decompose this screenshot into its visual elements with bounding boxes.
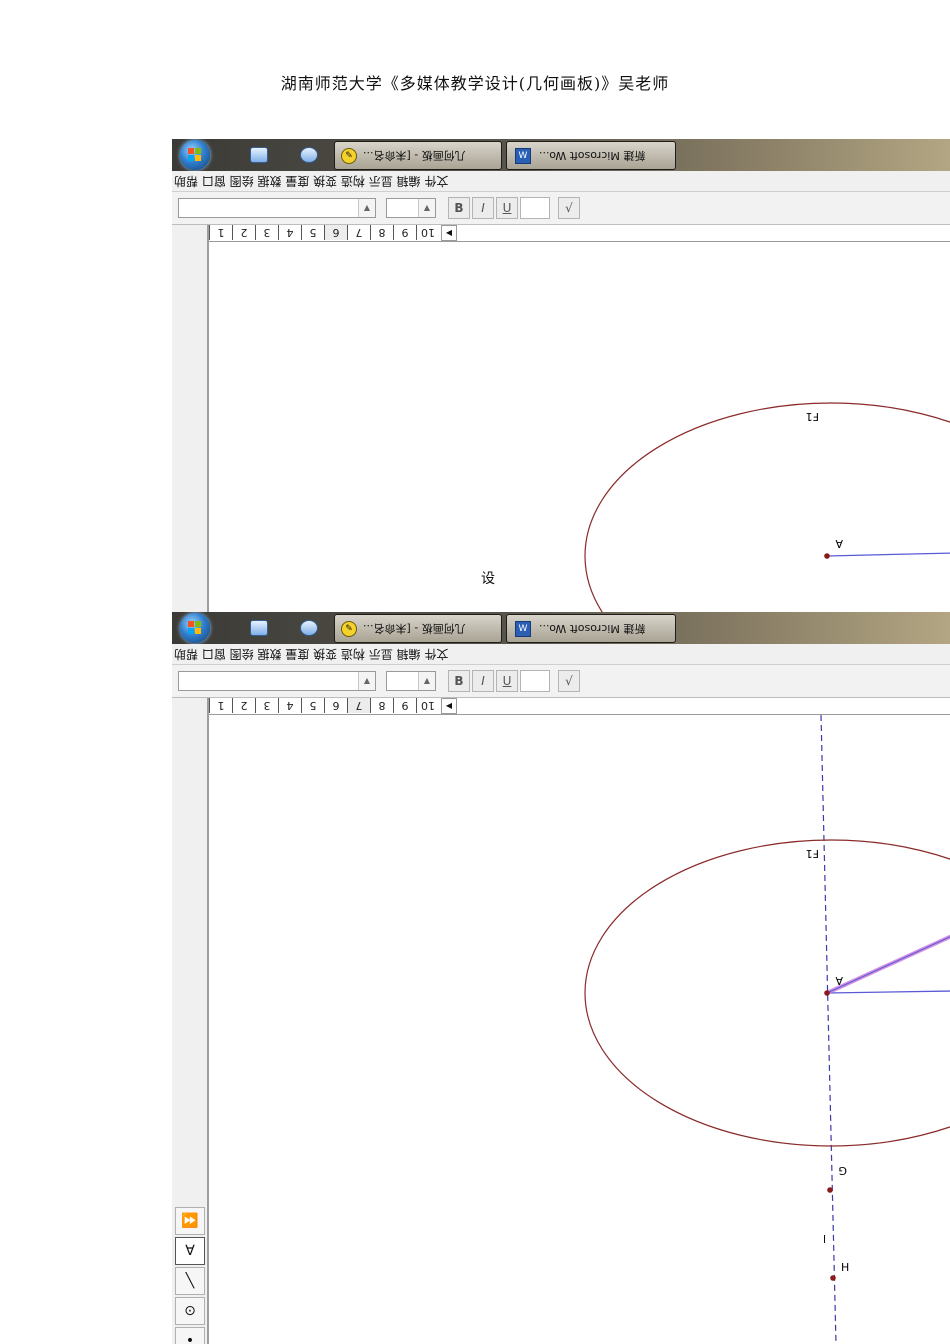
- chevron-down-icon: ▲: [418, 672, 435, 690]
- screenshot-2: ✎ 几何画板 - [未命名... W 新建 Microsoft Wo... 文件…: [172, 612, 950, 1344]
- compass-tool-icon[interactable]: ⊙: [175, 1297, 205, 1325]
- ellipse-curve: [584, 839, 950, 1147]
- quicklaunch-ie-icon[interactable]: [300, 620, 318, 636]
- tab-page-2[interactable]: 2: [232, 225, 255, 240]
- math-format-button[interactable]: √: [558, 670, 580, 692]
- tab-page-6[interactable]: 6: [324, 225, 347, 240]
- tab-page-4[interactable]: 4: [278, 225, 301, 240]
- tabs-scroll-left-icon[interactable]: ◀: [441, 698, 457, 714]
- task-button-word[interactable]: W 新建 Microsoft Wo...: [506, 141, 676, 170]
- page-tabs: 1 2 3 4 5 6 7 8 9 10 ◀: [209, 225, 950, 242]
- label-line-l: l: [823, 1233, 826, 1246]
- point-a: [824, 553, 830, 559]
- point-g: [827, 1187, 833, 1193]
- screenshot-1: ✎ 几何画板 - [未命名... W 新建 Microsoft Wo... 文件…: [172, 139, 950, 612]
- math-format-button[interactable]: √: [558, 197, 580, 219]
- quicklaunch-ie-icon[interactable]: [300, 147, 318, 163]
- start-button[interactable]: [180, 613, 210, 643]
- start-button[interactable]: [180, 140, 210, 170]
- tab-page-7[interactable]: 7: [347, 698, 370, 713]
- tab-page-8[interactable]: 8: [370, 225, 393, 240]
- sketchpad-app-icon: ✎: [341, 148, 357, 164]
- dashed-line-l: [820, 715, 837, 1344]
- tab-page-9[interactable]: 9: [393, 225, 416, 240]
- segment-a: [826, 990, 950, 994]
- point-tool-icon[interactable]: •: [175, 1327, 205, 1344]
- text-toolbar: ▲ ▲ B I U √: [172, 192, 950, 225]
- chevron-down-icon: ▲: [358, 199, 375, 217]
- segment-a: [826, 552, 950, 557]
- tab-page-10[interactable]: 10: [416, 698, 439, 713]
- task-button-sketchpad[interactable]: ✎ 几何画板 - [未命名...: [334, 141, 502, 170]
- tab-page-4[interactable]: 4: [278, 698, 301, 713]
- animate-arrow-icon[interactable]: ⏩: [175, 1207, 205, 1235]
- tab-page-1[interactable]: 1: [209, 698, 232, 713]
- quicklaunch-explorer-icon[interactable]: [250, 147, 268, 163]
- italic-button[interactable]: I: [472, 670, 494, 692]
- caption-text: 设: [481, 571, 495, 587]
- quicklaunch-explorer-icon[interactable]: [250, 620, 268, 636]
- italic-button[interactable]: I: [472, 197, 494, 219]
- word-app-icon: W: [515, 621, 531, 637]
- page-tabs: 1 2 3 4 5 6 7 8 9 10 ◀: [209, 698, 950, 715]
- task-button-sketchpad[interactable]: ✎ 几何画板 - [未命名...: [334, 614, 502, 643]
- label-ellipse: F1: [806, 410, 819, 423]
- chevron-down-icon: ▲: [358, 672, 375, 690]
- chevron-down-icon: ▲: [418, 199, 435, 217]
- bold-button[interactable]: B: [448, 670, 470, 692]
- label-g: G: [838, 1164, 847, 1177]
- text-toolbar: ▲ ▲ B I U √: [172, 665, 950, 698]
- tab-page-1[interactable]: 1: [209, 225, 232, 240]
- font-size-select[interactable]: ▲: [386, 198, 436, 218]
- tabs-scroll-left-icon[interactable]: ◀: [441, 225, 457, 241]
- font-size-select[interactable]: ▲: [386, 671, 436, 691]
- underline-button[interactable]: U: [496, 197, 518, 219]
- tab-page-3[interactable]: 3: [255, 225, 278, 240]
- tab-page-5[interactable]: 5: [301, 225, 324, 240]
- segment-tool-icon[interactable]: ╲: [175, 1267, 205, 1295]
- tab-page-8[interactable]: 8: [370, 698, 393, 713]
- menu-bar[interactable]: 文件 编辑 显示 构造 变换 度量 数据 绘图 窗口 帮助: [172, 171, 950, 192]
- tab-page-7[interactable]: 7: [347, 225, 370, 240]
- label-a: A: [835, 974, 843, 987]
- tab-page-2[interactable]: 2: [232, 698, 255, 713]
- tab-page-10[interactable]: 10: [416, 225, 439, 240]
- label-ellipse: F1: [806, 847, 819, 860]
- tool-panel: [172, 225, 209, 612]
- sketchpad-app-icon: ✎: [341, 621, 357, 637]
- color-button[interactable]: [520, 670, 550, 692]
- underline-button[interactable]: U: [496, 670, 518, 692]
- task-button-word[interactable]: W 新建 Microsoft Wo...: [506, 614, 676, 643]
- tab-page-6[interactable]: 6: [324, 698, 347, 713]
- selection-arrow-icon[interactable]: ∀: [175, 1237, 205, 1265]
- tool-panel: ⏩ ∀ ╲ ⊙ •: [172, 698, 209, 1344]
- menu-bar[interactable]: 文件 编辑 显示 构造 变换 度量 数据 绘图 窗口 帮助: [172, 644, 950, 665]
- taskbar: ✎ 几何画板 - [未命名... W 新建 Microsoft Wo...: [172, 139, 950, 171]
- font-name-select[interactable]: ▲: [178, 671, 376, 691]
- color-button[interactable]: [520, 197, 550, 219]
- windows-flag-icon: [188, 621, 202, 635]
- label-h: H: [841, 1261, 849, 1274]
- taskbar: ✎ 几何画板 - [未命名... W 新建 Microsoft Wo...: [172, 612, 950, 644]
- word-app-icon: W: [515, 148, 531, 164]
- sketch-canvas[interactable]: A F1: [209, 242, 950, 612]
- toolbox: ⏩ ∀ ╲ ⊙ •: [172, 1205, 207, 1344]
- sketch-canvas[interactable]: A F1 G H l: [209, 715, 950, 1344]
- font-name-select[interactable]: ▲: [178, 198, 376, 218]
- windows-flag-icon: [188, 148, 202, 162]
- point-a: [824, 990, 830, 996]
- ellipse-curve: [584, 402, 950, 612]
- document-title: 湖南师范大学《多媒体教学设计(几何画板)》吴老师: [280, 74, 670, 93]
- tab-page-3[interactable]: 3: [255, 698, 278, 713]
- tab-page-9[interactable]: 9: [393, 698, 416, 713]
- label-a: A: [835, 537, 843, 550]
- tab-page-5[interactable]: 5: [301, 698, 324, 713]
- point-h: [830, 1275, 836, 1281]
- bold-button[interactable]: B: [448, 197, 470, 219]
